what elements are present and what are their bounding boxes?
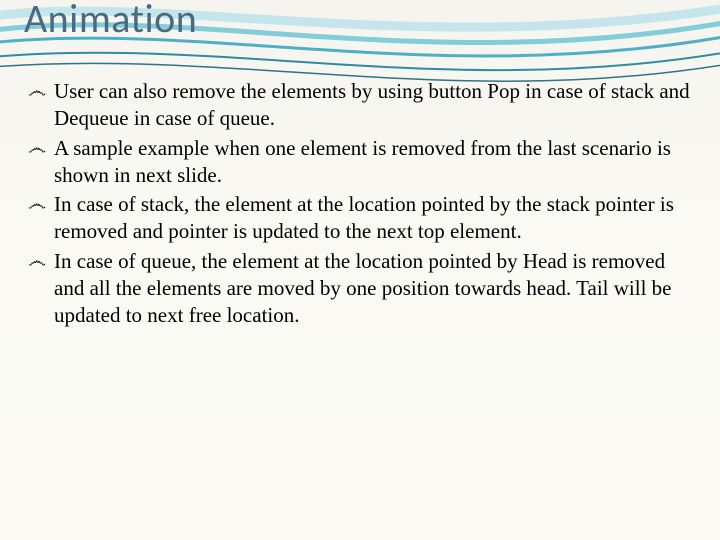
bullet-marker-icon: ෴	[28, 250, 46, 275]
bullet-text: A sample example when one element is rem…	[54, 136, 671, 187]
bullet-marker-icon: ෴	[28, 137, 46, 162]
slide-body: ෴ User can also remove the elements by u…	[28, 78, 690, 332]
bullet-item: ෴ A sample example when one element is r…	[28, 135, 690, 190]
bullet-item: ෴ In case of stack, the element at the l…	[28, 191, 690, 246]
bullet-marker-icon: ෴	[28, 80, 46, 105]
bullet-text: In case of queue, the element at the loc…	[54, 249, 671, 328]
bullet-item: ෴ In case of queue, the element at the l…	[28, 248, 690, 330]
bullet-marker-icon: ෴	[28, 193, 46, 218]
slide-title: Animation	[24, 0, 197, 43]
bullet-item: ෴ User can also remove the elements by u…	[28, 78, 690, 133]
bullet-text: User can also remove the elements by usi…	[54, 79, 690, 130]
bullet-text: In case of stack, the element at the loc…	[54, 192, 674, 243]
slide: Animation ෴ User can also remove the ele…	[0, 0, 720, 540]
